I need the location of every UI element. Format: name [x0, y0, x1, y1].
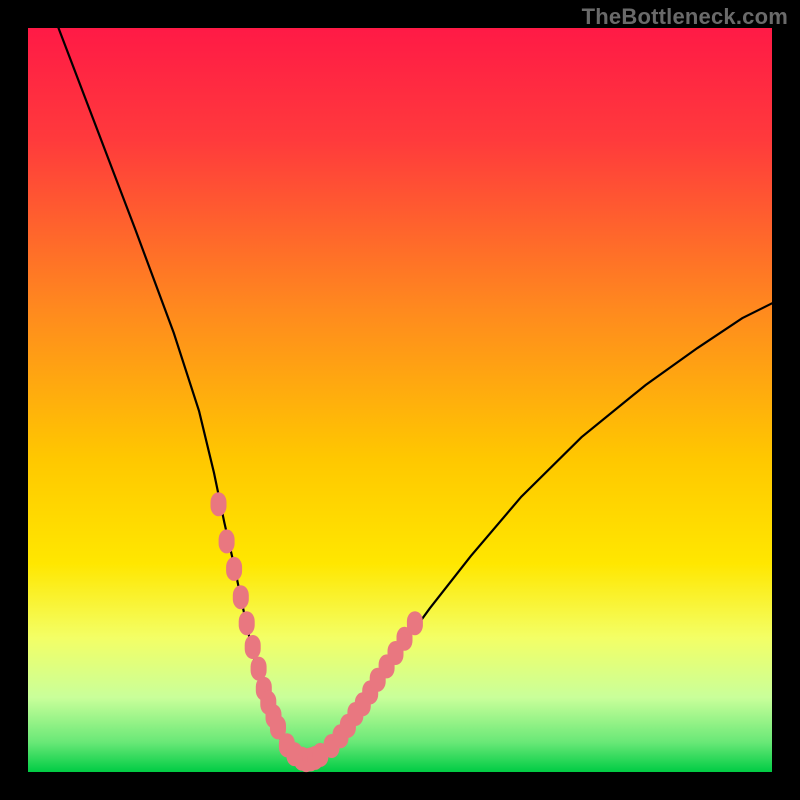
data-marker — [219, 529, 235, 553]
data-marker — [233, 585, 249, 609]
watermark-text: TheBottleneck.com — [582, 4, 788, 30]
chart-stage: TheBottleneck.com — [0, 0, 800, 800]
data-marker — [239, 611, 255, 635]
data-marker — [407, 611, 423, 635]
bottleneck-chart — [0, 0, 800, 800]
data-marker — [245, 635, 261, 659]
data-marker — [226, 557, 242, 581]
data-marker — [211, 492, 227, 516]
